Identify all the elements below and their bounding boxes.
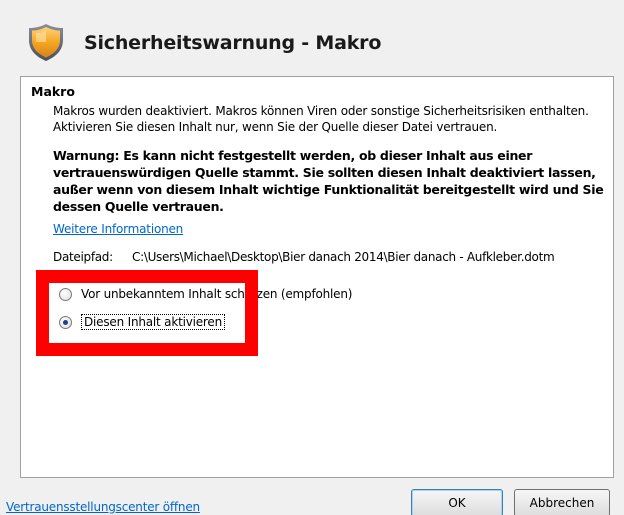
dialog-title: Sicherheitswarnung - Makro bbox=[84, 32, 382, 54]
file-path-label: Dateipfad: bbox=[53, 250, 113, 264]
enable-label[interactable]: Diesen Inhalt aktivieren bbox=[81, 314, 225, 330]
option-enable[interactable]: Diesen Inhalt aktivieren bbox=[59, 313, 225, 331]
file-path-value: C:\Users\Michael\Desktop\Bier danach 201… bbox=[132, 250, 555, 264]
security-warning-text: Warnung: Es kann nicht festgestellt werd… bbox=[53, 148, 604, 214]
dialog-header: Sicherheitswarnung - Makro bbox=[0, 0, 624, 72]
macro-description: Makros wurden deaktiviert. Makros können… bbox=[53, 104, 589, 134]
protect-label[interactable]: Vor unbekanntem Inhalt schützen (empfohl… bbox=[81, 287, 352, 301]
protect-radio[interactable] bbox=[59, 287, 72, 301]
more-info-link[interactable]: Weitere Informationen bbox=[53, 222, 183, 236]
trust-center-link[interactable]: Vertrauensstellungscenter öffnen bbox=[6, 500, 200, 514]
option-protect[interactable]: Vor unbekanntem Inhalt schützen (empfohl… bbox=[59, 285, 352, 303]
ok-button[interactable]: OK bbox=[411, 489, 503, 515]
enable-radio[interactable] bbox=[59, 315, 72, 329]
section-label: Makro bbox=[31, 84, 75, 99]
security-shield-icon bbox=[29, 24, 63, 61]
file-path-row: Dateipfad: C:\Users\Michael\Desktop\Bier … bbox=[53, 250, 613, 264]
content-panel: Makro Makros wurden deaktiviert. Makros … bbox=[20, 76, 614, 478]
cancel-button[interactable]: Abbrechen bbox=[514, 489, 610, 515]
